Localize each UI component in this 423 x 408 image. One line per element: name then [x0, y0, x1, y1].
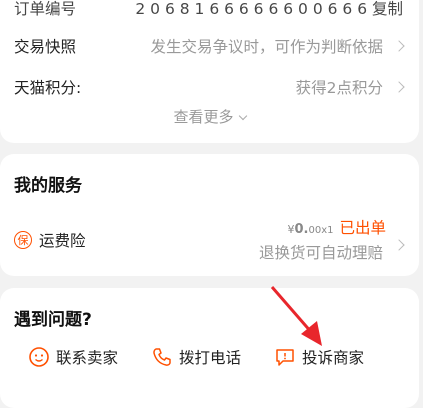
contact-seller-button[interactable]: 联系卖家	[28, 346, 118, 368]
my-services-card: 我的服务 保 运费险 ¥ 0. 00x1 已出单 退换货可自动理赔	[0, 154, 419, 276]
tmall-points-value: 获得2点积分	[295, 79, 383, 97]
chat-smile-icon	[29, 347, 49, 367]
chevron-right-icon	[393, 239, 405, 251]
transaction-snapshot-label: 交易快照	[14, 38, 77, 56]
transaction-snapshot-row[interactable]: 交易快照 发生交易争议时，可作为判断依据	[14, 34, 405, 58]
transaction-snapshot-value: 发生交易争议时，可作为判断依据	[150, 38, 383, 56]
phone-icon	[153, 348, 171, 366]
complain-seller-label: 投诉商家	[302, 349, 365, 367]
tmall-points-label: 天猫积分:	[14, 79, 82, 97]
view-more-button[interactable]: 查看更多	[0, 106, 419, 127]
insurance-description: 退换货可自动理赔	[258, 244, 383, 262]
my-services-title: 我的服务	[14, 176, 82, 196]
shipping-insurance-label: 运费险	[39, 232, 86, 250]
complain-seller-button[interactable]: 投诉商家	[274, 346, 364, 368]
shipping-insurance-item[interactable]: 保 运费险	[14, 229, 86, 251]
price-symbol: ¥	[287, 223, 295, 236]
order-number-value[interactable]: 2 0 6 8 1 6 6 6 6 6 6 0 0 6 6 6 复制	[135, 0, 403, 19]
help-actions: 联系卖家 拨打电话 投诉商家	[28, 346, 399, 368]
contact-seller-label: 联系卖家	[56, 349, 119, 367]
order-number-label: 订单编号	[14, 0, 77, 18]
order-info-card: 订单编号 2 0 6 8 1 6 6 6 6 6 6 0 0 6 6 6 复制 …	[0, 0, 419, 143]
chevron-right-icon	[393, 40, 405, 52]
price-decimal-qty: 00x1	[308, 225, 334, 236]
shipping-insurance-detail[interactable]: ¥ 0. 00x1 已出单 退换货可自动理赔	[258, 216, 405, 263]
order-number-row: 订单编号 2 0 6 8 1 6 6 6 6 6 6 0 0 6 6 6 复制	[14, 0, 403, 20]
help-title: 遇到问题?	[14, 310, 92, 330]
call-phone-label: 拨打电话	[179, 349, 242, 367]
complaint-icon	[276, 349, 294, 366]
tmall-points-row[interactable]: 天猫积分: 获得2点积分	[14, 75, 405, 99]
chevron-down-icon	[238, 111, 247, 121]
help-card: 遇到问题? 联系卖家 拨打电话 投诉商家	[0, 288, 419, 408]
insurance-badge-icon: 保	[14, 231, 32, 249]
call-phone-button[interactable]: 拨打电话	[151, 346, 241, 368]
view-more-label: 查看更多	[173, 108, 234, 126]
price-integer: 0.	[294, 222, 309, 237]
insurance-status: 已出单	[339, 219, 386, 237]
chevron-right-icon	[393, 81, 405, 93]
